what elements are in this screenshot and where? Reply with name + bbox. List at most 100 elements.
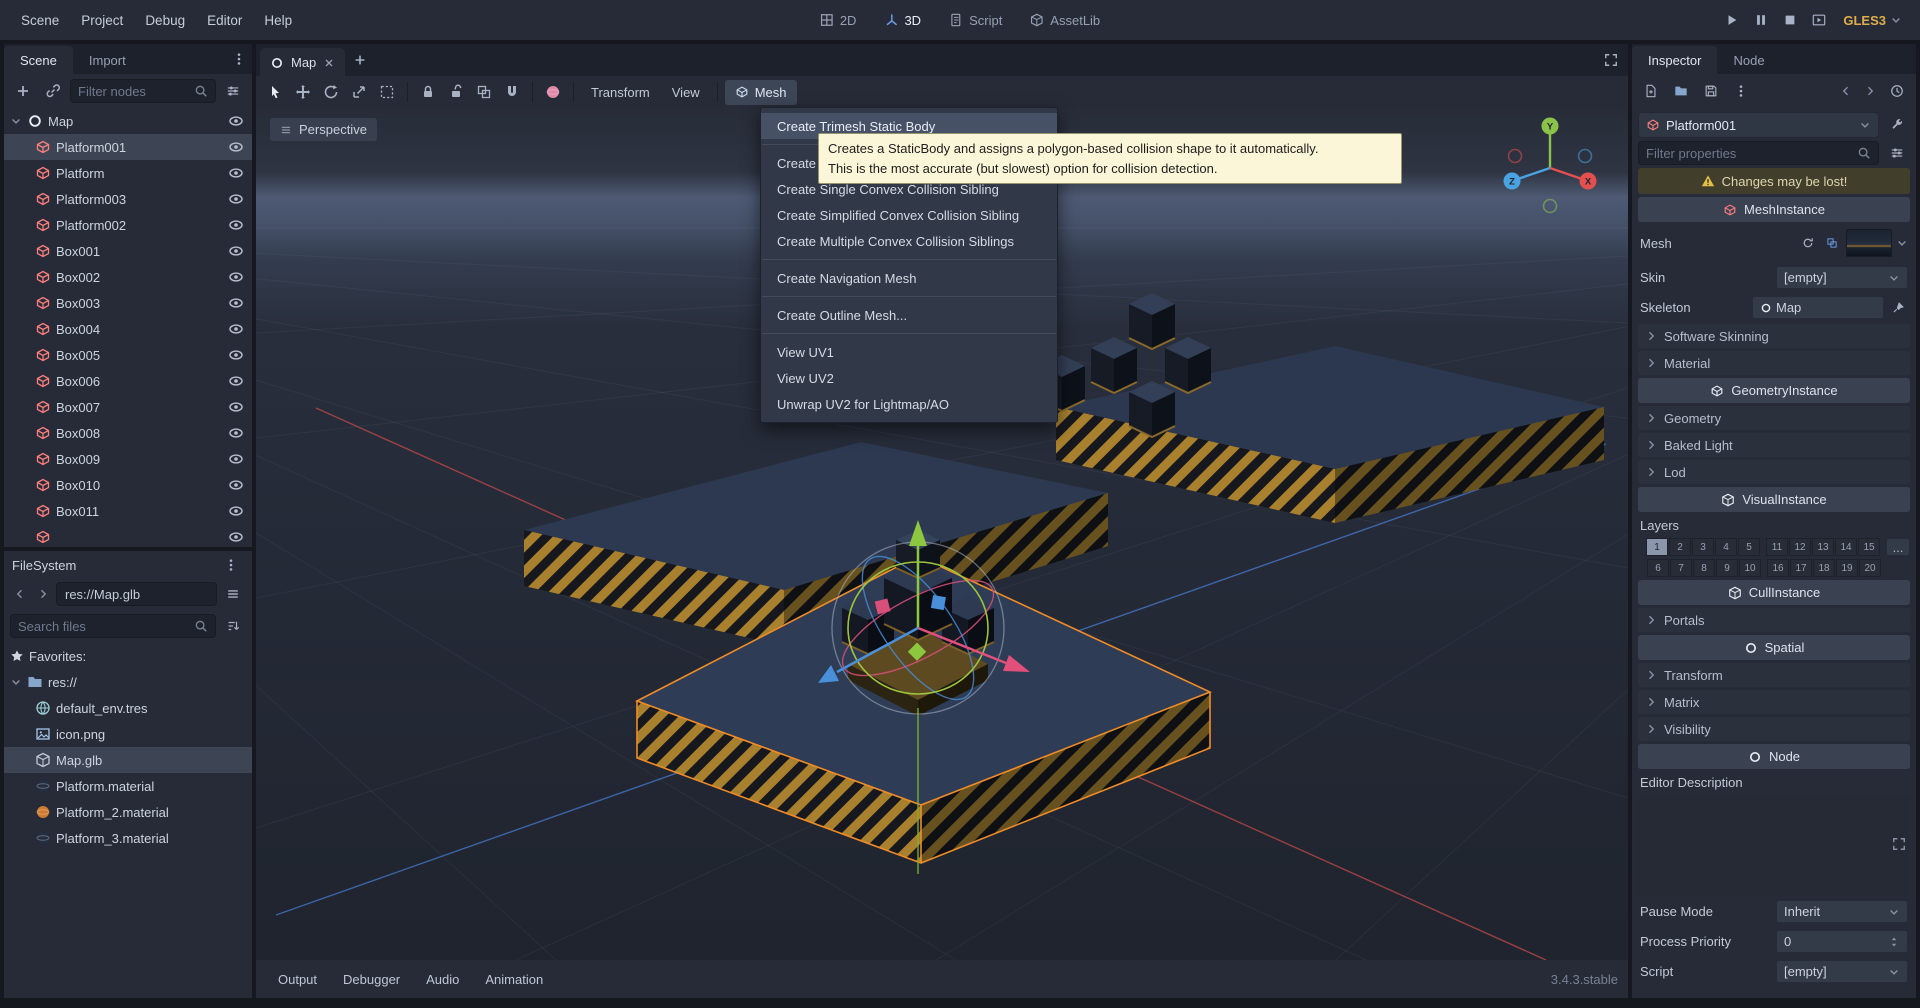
group-baked-light[interactable]: Baked Light (1638, 433, 1910, 457)
group-software-skinning[interactable]: Software Skinning (1638, 324, 1910, 348)
layer-cell[interactable]: 2 (1669, 538, 1691, 556)
section-cullinstance[interactable]: CullInstance (1638, 580, 1910, 605)
file-row[interactable]: icon.png (4, 721, 252, 747)
visibility-eye-icon[interactable] (228, 139, 244, 155)
perspective-menu[interactable]: Perspective (270, 118, 377, 141)
distraction-free-button[interactable] (1598, 48, 1624, 72)
workspace-assetlib-button[interactable]: AssetLib (1021, 8, 1109, 33)
transform-menu[interactable]: Transform (581, 80, 660, 105)
current-path-field[interactable]: res://Map.glb (56, 582, 217, 606)
group-visibility[interactable]: Visibility (1638, 717, 1910, 741)
layer-cell[interactable]: 13 (1812, 538, 1834, 556)
scene-node-row[interactable]: Box011 (4, 498, 252, 524)
save-resource-button[interactable] (1698, 79, 1724, 103)
revert-property-button[interactable] (1798, 231, 1818, 255)
scale-tool-button[interactable] (346, 80, 372, 104)
menu-help[interactable]: Help (253, 8, 303, 33)
resource-options-button[interactable] (1728, 79, 1754, 103)
group-geometry[interactable]: Geometry (1638, 406, 1910, 430)
process-priority-spinbox[interactable]: 0 (1776, 930, 1908, 953)
menu-editor[interactable]: Editor (196, 8, 253, 33)
group-material[interactable]: Material (1638, 351, 1910, 375)
rotate-tool-button[interactable] (318, 80, 344, 104)
menu-item-view-uv2[interactable]: View UV2 (761, 365, 1057, 391)
menu-item-create-outline-mesh[interactable]: Create Outline Mesh... (761, 302, 1057, 328)
file-row[interactable]: Platform_2.material (4, 799, 252, 825)
list-select-button[interactable] (374, 80, 400, 104)
visibility-eye-icon[interactable] (228, 165, 244, 181)
layer-cell[interactable]: 15 (1858, 538, 1880, 556)
visibility-eye-icon[interactable] (228, 321, 244, 337)
history-back-button[interactable] (1836, 79, 1856, 103)
move-tool-button[interactable] (290, 80, 316, 104)
file-row[interactable]: default_env.tres (4, 695, 252, 721)
search-files-field[interactable] (10, 614, 216, 638)
layer-cell[interactable]: 6 (1647, 559, 1669, 577)
visibility-eye-icon[interactable] (228, 425, 244, 441)
pause-mode-dropdown[interactable]: Inherit (1776, 900, 1908, 923)
close-icon[interactable] (323, 57, 335, 69)
folder-row[interactable]: res:// (4, 669, 252, 695)
search-files-input[interactable] (18, 618, 188, 634)
tab-node[interactable]: Node (1717, 46, 1780, 74)
visibility-eye-icon[interactable] (228, 477, 244, 493)
mesh-thumbnail[interactable] (1846, 229, 1892, 257)
scene-node-row[interactable]: Box005 (4, 342, 252, 368)
file-row[interactable]: Platform.material (4, 773, 252, 799)
lock-node-button[interactable] (415, 80, 441, 104)
layer-cell[interactable]: 16 (1767, 559, 1789, 577)
visibility-eye-icon[interactable] (228, 347, 244, 363)
navigation-gizmo[interactable]: Y X Z (1498, 112, 1602, 216)
visibility-eye-icon[interactable] (228, 373, 244, 389)
workspace-script-button[interactable]: Script (940, 8, 1011, 33)
debugger-button[interactable]: Debugger (331, 966, 412, 993)
menu-project[interactable]: Project (70, 8, 134, 33)
assign-node-button[interactable] (1888, 296, 1908, 320)
scene-node-row-clipped[interactable] (4, 524, 252, 543)
group-node-button[interactable] (471, 80, 497, 104)
menu-debug[interactable]: Debug (134, 8, 196, 33)
scene-node-row-selected[interactable]: Platform001 (4, 134, 252, 160)
menu-item-create-navigation-mesh[interactable]: Create Navigation Mesh (761, 265, 1057, 291)
skeleton-path-field[interactable]: Map (1752, 296, 1884, 319)
layer-cell[interactable]: 4 (1715, 538, 1737, 556)
scene-node-row[interactable]: Box007 (4, 394, 252, 420)
tab-inspector[interactable]: Inspector (1632, 46, 1718, 74)
sort-files-button[interactable] (220, 614, 246, 638)
script-dropdown[interactable]: [empty] (1776, 960, 1908, 983)
new-resource-button[interactable] (1638, 79, 1664, 103)
menu-item-view-uv1[interactable]: View UV1 (761, 339, 1057, 365)
scene-node-row[interactable]: Box002 (4, 264, 252, 290)
group-portals[interactable]: Portals (1638, 608, 1910, 632)
editor-description-box[interactable] (1638, 795, 1910, 895)
split-mode-button[interactable] (220, 582, 246, 606)
skin-dropdown[interactable]: [empty] (1776, 266, 1908, 289)
section-meshinstance[interactable]: MeshInstance (1638, 197, 1910, 222)
layer-cell[interactable]: 11 (1766, 538, 1788, 556)
select-tool-button[interactable] (262, 80, 288, 104)
scene-node-row[interactable]: Box008 (4, 420, 252, 446)
layer-cell[interactable]: 5 (1738, 538, 1760, 556)
group-transform[interactable]: Transform (1638, 663, 1910, 687)
visibility-eye-icon[interactable] (228, 191, 244, 207)
filter-properties-field[interactable] (1638, 141, 1879, 165)
layer-cell[interactable]: 3 (1692, 538, 1714, 556)
layer-cell[interactable]: 1 (1646, 538, 1668, 556)
snap-toggle-button[interactable] (499, 80, 525, 104)
tab-scene[interactable]: Scene (4, 46, 73, 74)
file-row[interactable]: Platform_3.material (4, 825, 252, 851)
unlock-node-button[interactable] (443, 80, 469, 104)
scene-node-row[interactable]: Platform002 (4, 212, 252, 238)
filter-properties-input[interactable] (1646, 145, 1851, 161)
visibility-eye-icon[interactable] (228, 269, 244, 285)
play-scene-button[interactable] (1806, 8, 1832, 32)
workspace-3d-button[interactable]: 3D (875, 8, 930, 33)
layer-cell[interactable]: 20 (1859, 559, 1881, 577)
pause-button[interactable] (1748, 8, 1774, 32)
group-lod[interactable]: Lod (1638, 460, 1910, 484)
collapse-arrow-icon[interactable] (10, 115, 22, 127)
section-node[interactable]: Node (1638, 744, 1910, 769)
dock-options-button[interactable] (218, 553, 244, 577)
spinner-updown-icon[interactable] (1888, 936, 1900, 948)
output-button[interactable]: Output (266, 966, 329, 993)
